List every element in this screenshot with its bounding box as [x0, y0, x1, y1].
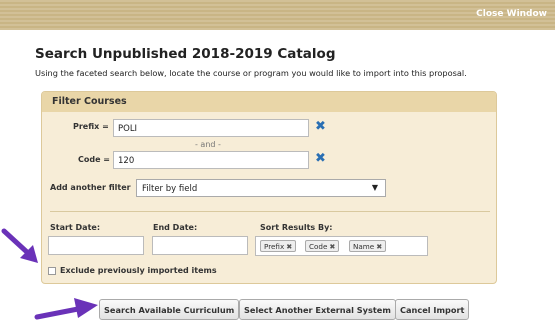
top-bar: Close Window	[0, 0, 555, 30]
start-date-label: Start Date:	[50, 223, 101, 232]
end-date-input[interactable]	[152, 236, 248, 255]
end-date-label: End Date:	[153, 223, 198, 232]
remove-prefix-filter-icon[interactable]: ✖	[315, 120, 326, 133]
remove-chip-icon[interactable]: ✖	[329, 242, 335, 251]
annotation-arrow-icon	[1, 228, 38, 263]
code-input[interactable]: 120	[113, 151, 309, 169]
code-label: Code =	[78, 155, 111, 164]
exclude-imported-checkbox[interactable]	[48, 267, 56, 275]
sort-chip-name[interactable]: Name ✖	[349, 240, 387, 252]
remove-chip-icon[interactable]: ✖	[286, 242, 292, 251]
add-filter-label: Add another filter	[50, 183, 131, 192]
sort-chip-label: Code	[309, 242, 328, 251]
search-curriculum-button[interactable]: Search Available Curriculum	[99, 299, 240, 320]
cancel-import-button[interactable]: Cancel Import	[395, 299, 470, 320]
sort-chip-label: Prefix	[264, 242, 285, 251]
select-external-system-button[interactable]: Select Another External System	[239, 299, 396, 320]
prefix-label: Prefix =	[73, 122, 109, 131]
remove-code-filter-icon[interactable]: ✖	[315, 152, 326, 165]
page-title: Search Unpublished 2018-2019 Catalog	[35, 46, 336, 62]
sort-chip-prefix[interactable]: Prefix ✖	[260, 240, 297, 252]
and-separator: - and -	[195, 140, 221, 149]
page-instructions: Using the faceted search below, locate t…	[35, 68, 467, 78]
sort-results-label: Sort Results By:	[260, 223, 333, 232]
add-filter-select[interactable]: Filter by field ▼	[136, 179, 386, 197]
close-window-link[interactable]: Close Window	[476, 9, 547, 19]
panel-title: Filter Courses	[52, 96, 127, 107]
panel-header: Filter Courses	[42, 92, 496, 112]
sort-results-field[interactable]: Prefix ✖ Code ✖ Name ✖	[255, 236, 428, 256]
exclude-imported-label: Exclude previously imported items	[60, 266, 217, 275]
filter-courses-panel: Filter Courses Prefix = POLI ✖ - and - C…	[41, 91, 497, 284]
annotation-arrow-icon	[34, 298, 98, 320]
sort-chip-label: Name	[353, 242, 375, 251]
chevron-down-icon: ▼	[371, 183, 378, 192]
remove-chip-icon[interactable]: ✖	[376, 242, 382, 251]
start-date-input[interactable]	[48, 236, 144, 255]
prefix-input[interactable]: POLI	[113, 119, 309, 137]
add-filter-selected-value: Filter by field	[142, 184, 198, 194]
divider	[50, 211, 490, 212]
sort-chip-code[interactable]: Code ✖	[305, 240, 340, 252]
